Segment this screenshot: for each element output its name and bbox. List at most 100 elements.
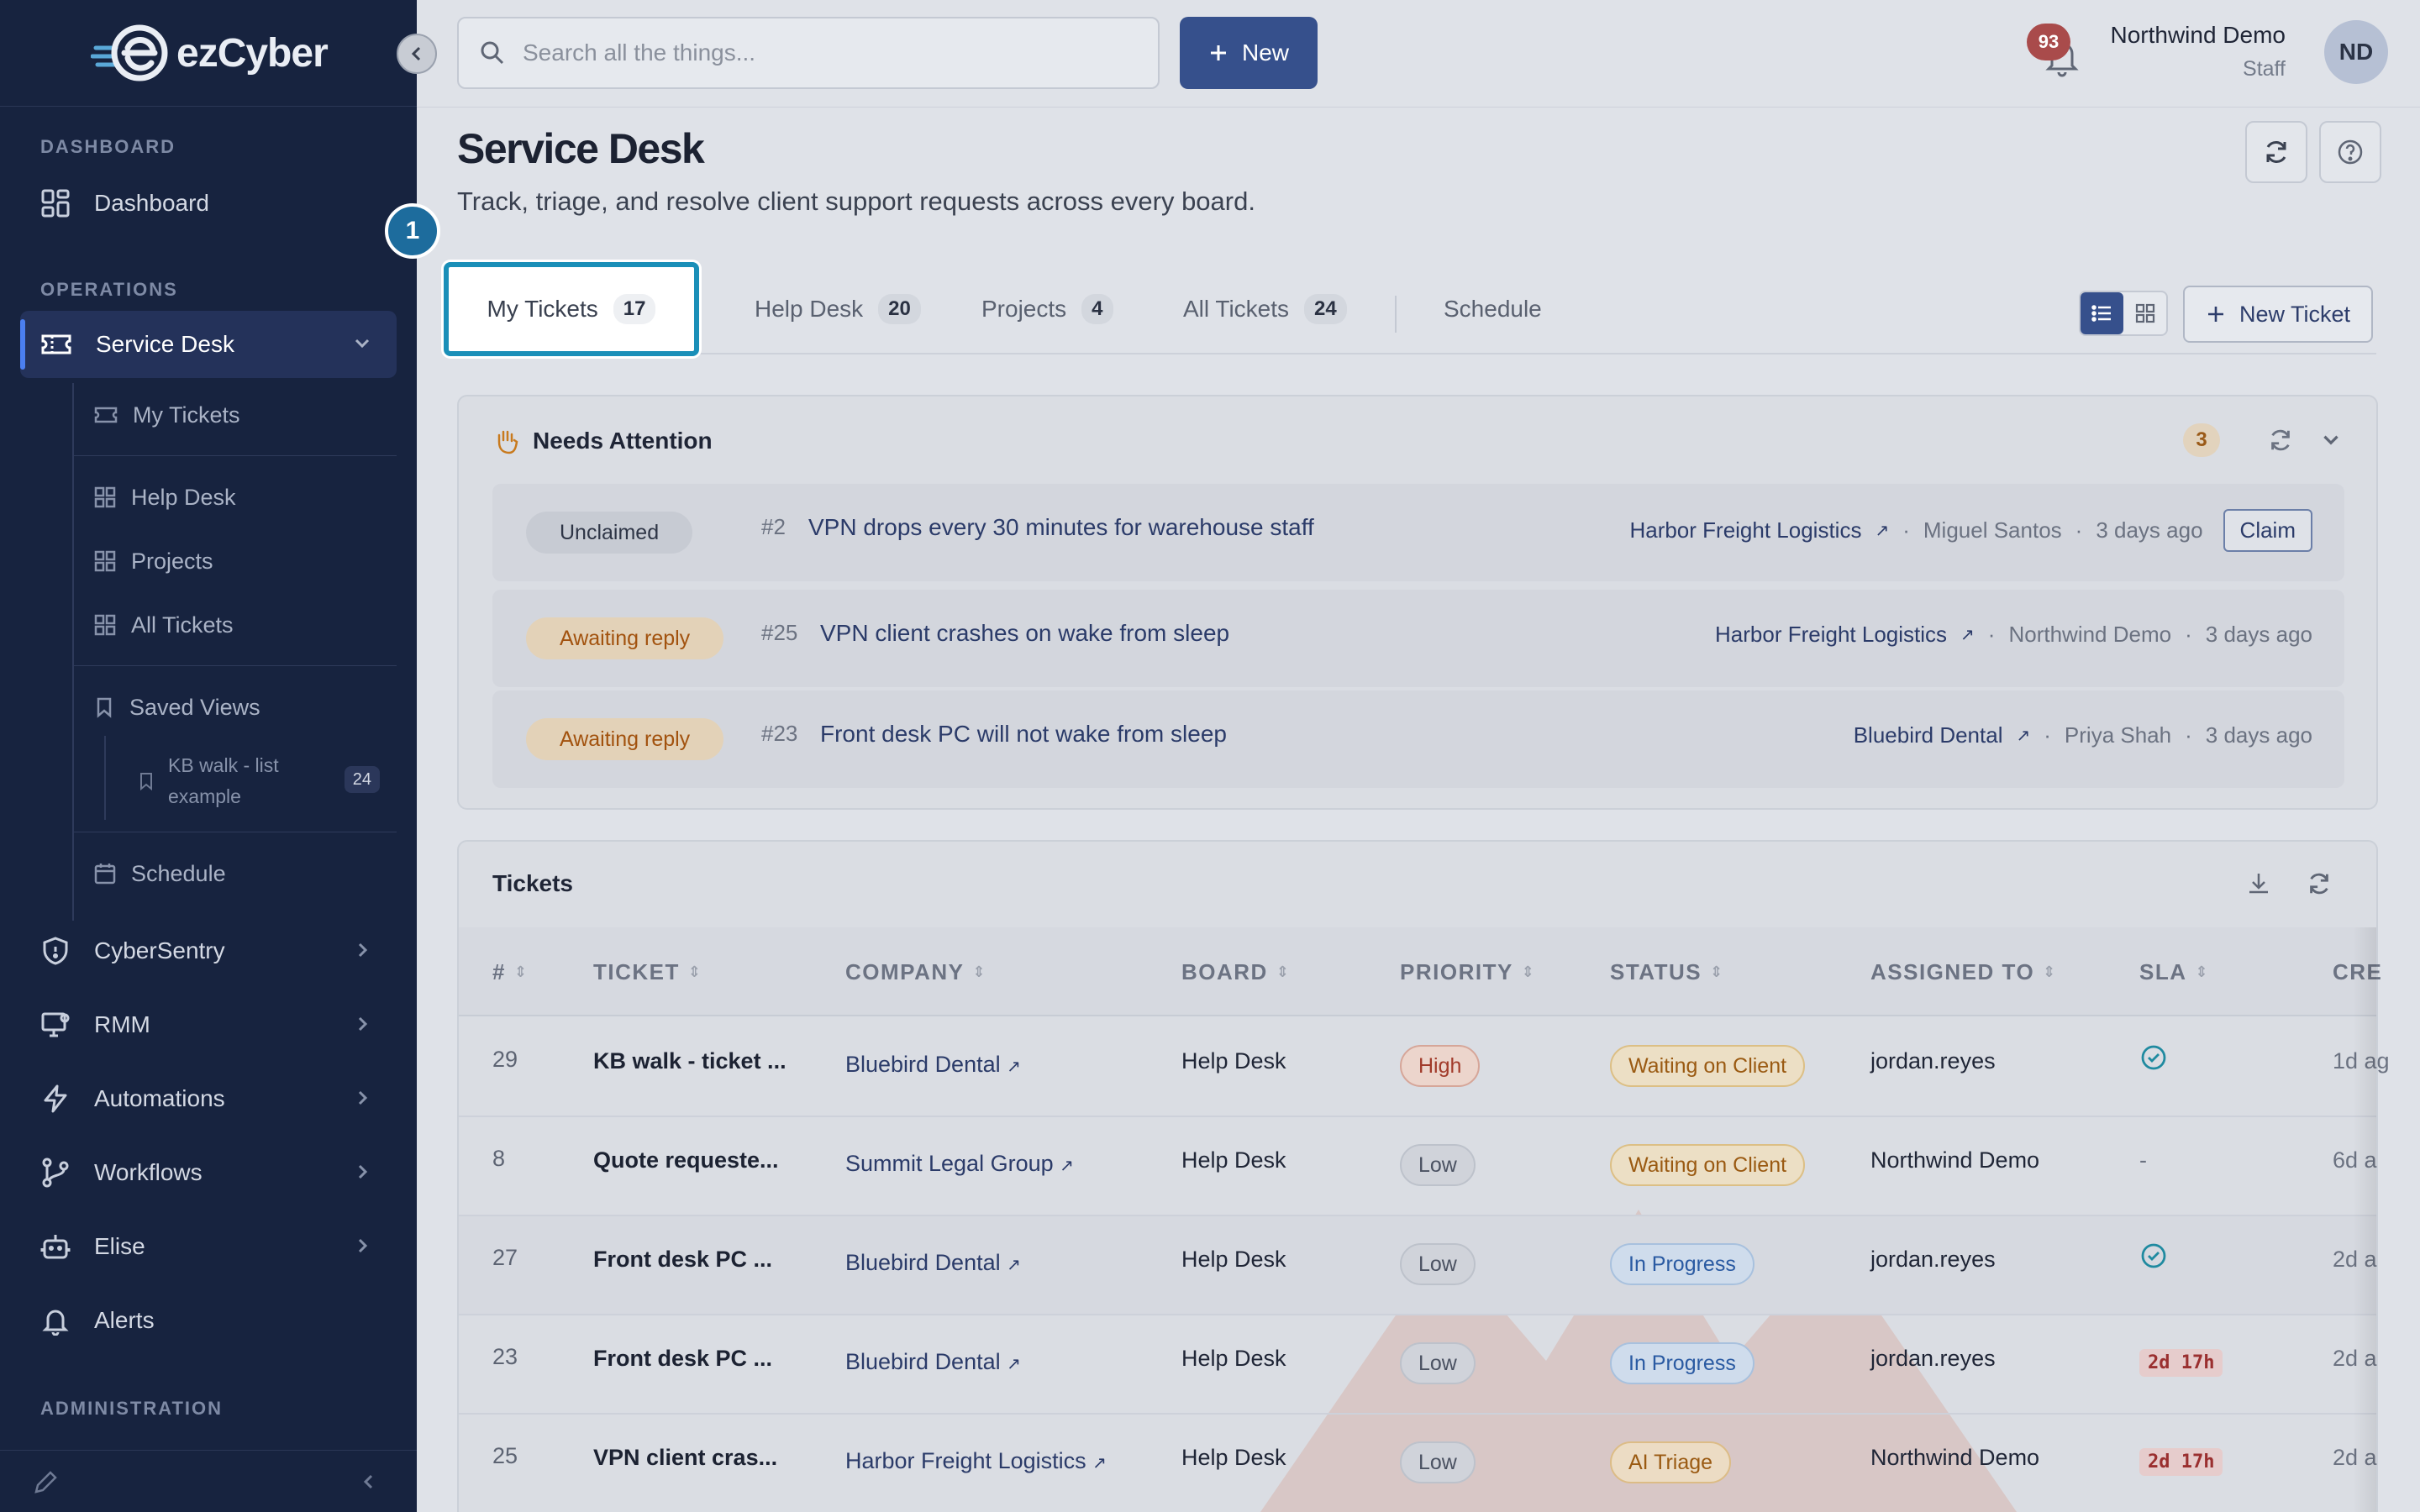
claim-button[interactable]: Claim [2223, 509, 2312, 552]
chevron-right-icon[interactable] [351, 1161, 373, 1183]
chevron-right-icon[interactable] [351, 1087, 373, 1109]
help-button[interactable] [2319, 121, 2381, 183]
company-name: Bluebird Dental [845, 1349, 1001, 1374]
grid-view-button[interactable] [2123, 292, 2166, 334]
column-header-board[interactable]: BOARD ⇕ [1181, 959, 1290, 985]
sidebar-subitem-help-desk[interactable]: Help Desk [94, 470, 397, 524]
column-header-sla[interactable]: SLA ⇕ [2139, 959, 2209, 985]
sla-value: - [2139, 1147, 2147, 1173]
column-header-priority[interactable]: PRIORITY ⇕ [1400, 959, 1535, 985]
sidebar-item-elise[interactable]: Elise [20, 1213, 397, 1280]
person-name: Priya Shah [2064, 722, 2172, 748]
table-row[interactable]: 27 Front desk PC ... Bluebird Dental ↗ H… [459, 1216, 2377, 1315]
company-link[interactable]: Harbor Freight Logistics ↗ [845, 1448, 1107, 1474]
sidebar-subitem-all-tickets[interactable]: All Tickets [94, 598, 397, 652]
chevron-right-icon[interactable] [351, 1013, 373, 1035]
tab-help-desk[interactable]: Help Desk 20 [728, 262, 948, 356]
separator-dot: · [2185, 722, 2192, 748]
ticket-title-link[interactable]: VPN drops every 30 minutes for warehouse… [808, 514, 1314, 541]
avatar[interactable]: ND [2324, 20, 2388, 84]
lightning-icon [44, 1084, 67, 1113]
company-link[interactable]: Bluebird Dental ↗ [845, 1250, 1021, 1276]
column-label: SLA [2139, 959, 2187, 984]
column-header-ticket[interactable]: TICKET ⇕ [593, 959, 702, 985]
collapse-sidebar-button[interactable] [397, 34, 437, 74]
user-name[interactable]: Northwind Demo [2110, 22, 2286, 49]
new-button[interactable]: New [1180, 17, 1318, 89]
company-link[interactable]: Summit Legal Group ↗ [845, 1151, 1074, 1177]
company-link[interactable]: Harbor Freight Logistics [1715, 622, 1947, 648]
table-row[interactable]: 25 VPN client cras... Harbor Freight Log… [459, 1415, 2377, 1512]
attention-item[interactable]: Unclaimed #2 VPN drops every 30 minutes … [492, 484, 2344, 581]
chevron-right-icon[interactable] [351, 939, 373, 961]
sidebar-item-automations[interactable]: Automations [20, 1065, 397, 1132]
brand-logo[interactable]: ezCyber [91, 18, 329, 87]
sidebar-subitem-my-tickets[interactable]: My Tickets [94, 388, 397, 442]
company-link[interactable]: Bluebird Dental ↗ [845, 1349, 1021, 1375]
saved-view-kb-walk[interactable]: KB walk - list example 24 [138, 748, 390, 815]
plus-icon [1210, 45, 1226, 60]
download-icon[interactable] [2245, 870, 2272, 897]
column-header-number[interactable]: # ⇕ [492, 959, 529, 985]
sort-icon: ⇕ [687, 963, 702, 980]
ticket-title[interactable]: VPN client cras... [593, 1445, 777, 1471]
company-link[interactable]: Harbor Freight Logistics [1629, 517, 1861, 543]
column-header-assigned-to[interactable]: ASSIGNED TO ⇕ [1870, 959, 2057, 985]
refresh-page-button[interactable] [2245, 121, 2307, 183]
sidebar-subitem-projects[interactable]: Projects [94, 534, 397, 588]
chevron-down-icon[interactable] [2319, 428, 2343, 452]
external-link-icon: ↗ [2016, 727, 2031, 745]
ticket-number: 25 [492, 1443, 518, 1468]
ticket-icon [94, 407, 118, 423]
sort-icon: ⇕ [2195, 963, 2210, 980]
search-input[interactable] [523, 39, 1144, 66]
global-search[interactable] [457, 17, 1160, 89]
sort-icon: ⇕ [1276, 963, 1291, 980]
sidebar-item-dashboard[interactable]: Dashboard [20, 170, 397, 237]
company-link[interactable]: Bluebird Dental [1854, 722, 2003, 748]
chevron-left-icon[interactable] [358, 1471, 380, 1493]
ticket-title[interactable]: Front desk PC ... [593, 1346, 772, 1372]
table-row[interactable]: 29 KB walk - ticket ... Bluebird Dental … [459, 1018, 2390, 1117]
pencil-icon[interactable] [32, 1469, 59, 1496]
refresh-icon[interactable] [2306, 870, 2333, 897]
tab-schedule[interactable]: Schedule [1417, 262, 1569, 356]
relative-time: 3 days ago [2096, 517, 2203, 543]
status-badge: Unclaimed [526, 512, 693, 554]
ticket-title-link[interactable]: VPN client crashes on wake from sleep [820, 620, 1229, 647]
company-link[interactable]: Bluebird Dental ↗ [845, 1052, 1021, 1078]
sidebar-item-workflows[interactable]: Workflows [20, 1139, 397, 1206]
bookmark-icon [140, 773, 152, 791]
refresh-icon[interactable] [2267, 427, 2294, 454]
chevron-right-icon[interactable] [351, 1235, 373, 1257]
list-view-button[interactable] [2081, 292, 2123, 334]
column-header-company[interactable]: COMPANY ⇕ [845, 959, 986, 985]
company-name: Bluebird Dental [845, 1250, 1001, 1275]
sidebar-divider [74, 665, 397, 666]
attention-item[interactable]: Awaiting reply #23 Front desk PC will no… [492, 690, 2344, 788]
sidebar-subitem-saved-views[interactable]: Saved Views [94, 680, 397, 734]
attention-item[interactable]: Awaiting reply #25 VPN client crashes on… [492, 590, 2344, 687]
sidebar-item-alerts[interactable]: Alerts [20, 1287, 397, 1354]
tab-my-tickets[interactable]: My Tickets 17 [444, 262, 699, 356]
table-row[interactable]: 8 Quote requeste... Summit Legal Group ↗… [459, 1117, 2377, 1216]
ticket-title[interactable]: KB walk - ticket ... [593, 1048, 786, 1074]
column-header-status[interactable]: STATUS ⇕ [1610, 959, 1724, 985]
sidebar-item-service-desk[interactable]: Service Desk [20, 311, 397, 378]
relative-time: 3 days ago [2205, 722, 2312, 748]
tab-projects[interactable]: Projects 4 [955, 262, 1140, 356]
priority-badge: Low [1400, 1243, 1476, 1285]
ticket-title-link[interactable]: Front desk PC will not wake from sleep [820, 721, 1227, 748]
sidebar-subitem-schedule[interactable]: Schedule [94, 847, 397, 900]
sidebar-item-rmm[interactable]: RMM [20, 991, 397, 1058]
tab-separator [1395, 296, 1397, 333]
plus-icon [2207, 307, 2223, 322]
new-ticket-button[interactable]: New Ticket [2183, 286, 2373, 343]
chevron-down-icon[interactable] [351, 333, 373, 354]
table-row[interactable]: 23 Front desk PC ... Bluebird Dental ↗ H… [459, 1315, 2377, 1415]
sidebar-item-label: Automations [94, 1085, 225, 1111]
ticket-title[interactable]: Front desk PC ... [593, 1247, 772, 1273]
sidebar-item-cybersentry[interactable]: CyberSentry [20, 917, 397, 984]
tab-all-tickets[interactable]: All Tickets 24 [1156, 262, 1374, 356]
ticket-title[interactable]: Quote requeste... [593, 1147, 779, 1173]
